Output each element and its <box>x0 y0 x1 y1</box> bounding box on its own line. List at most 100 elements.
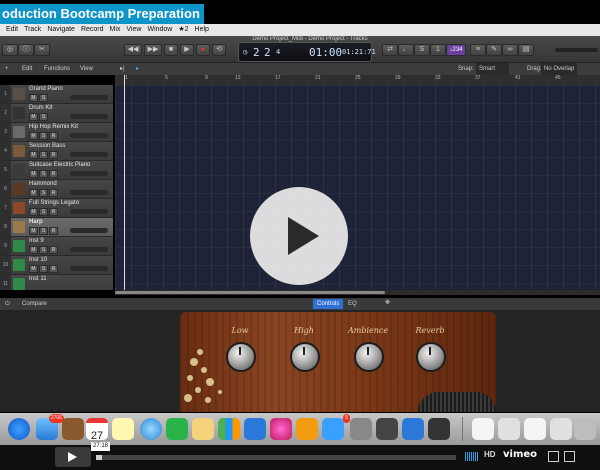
tab-eq[interactable]: EQ <box>348 298 357 310</box>
numbers-icon[interactable] <box>218 418 240 440</box>
forward-button[interactable]: ▶▶ <box>144 44 162 56</box>
mute-button[interactable]: M <box>29 132 38 140</box>
document-icon[interactable] <box>472 418 494 440</box>
view-menu[interactable]: View <box>80 63 93 75</box>
video-small-play-button[interactable] <box>55 447 91 467</box>
volume-slider[interactable] <box>70 95 108 100</box>
playhead[interactable] <box>124 75 125 290</box>
volume-slider[interactable] <box>70 266 108 271</box>
rewind-button[interactable]: ◀◀ <box>124 44 142 56</box>
track-row[interactable]: 4 Session Bass MSR <box>0 142 113 161</box>
track-row[interactable]: 8 Harp MSR <box>0 218 113 237</box>
volume-icon[interactable] <box>465 452 479 461</box>
video-title[interactable]: oduction Bootcamp Preparation <box>0 4 204 24</box>
track-row[interactable]: 7 Full Strings Legato MSR <box>0 199 113 218</box>
track-row[interactable]: 6 Hammond MSR <box>0 180 113 199</box>
record-arm-button[interactable]: R <box>49 189 58 197</box>
keynote-icon[interactable] <box>244 418 266 440</box>
scissors-icon[interactable]: ✂ <box>34 44 50 56</box>
solo-button[interactable]: S <box>39 94 48 102</box>
cycle-mode-icon[interactable]: ⇄ <box>382 44 398 56</box>
volume-slider[interactable] <box>70 247 108 252</box>
drag-select[interactable]: No Overlap <box>541 63 578 75</box>
resize-icon[interactable]: ✥ <box>385 297 390 309</box>
menu-window[interactable]: Window <box>147 26 172 33</box>
system-preferences-icon[interactable] <box>350 418 372 440</box>
ibooks-icon[interactable] <box>296 418 318 440</box>
mute-button[interactable]: M <box>29 227 38 235</box>
pointer-tool-icon[interactable]: ▸ <box>136 63 139 75</box>
video-progress-bar[interactable] <box>96 455 456 460</box>
document-icon[interactable] <box>498 418 520 440</box>
count-in-icon[interactable]: 1 <box>430 44 446 56</box>
volume-slider[interactable] <box>70 133 108 138</box>
track-row[interactable]: 11 Inst 11 <box>0 275 113 290</box>
calendar-icon[interactable]: 27 <box>86 418 108 442</box>
power-icon[interactable]: ⏻ <box>5 298 10 310</box>
functions-menu[interactable]: Functions <box>44 63 70 75</box>
mute-button[interactable]: M <box>29 94 38 102</box>
mute-button[interactable]: M <box>29 246 38 254</box>
key-badge[interactable]: ↓234 <box>446 44 466 56</box>
record-arm-button[interactable]: R <box>49 208 58 216</box>
mute-button[interactable]: M <box>29 189 38 197</box>
photos-icon[interactable] <box>192 418 214 440</box>
messages-icon[interactable] <box>140 418 162 440</box>
app-store-icon[interactable]: 5 <box>322 414 350 440</box>
volume-slider[interactable] <box>70 209 108 214</box>
record-arm-button[interactable]: R <box>49 246 58 254</box>
mute-button[interactable]: M <box>29 170 38 178</box>
hd-toggle[interactable]: HD <box>484 450 496 459</box>
scroll-thumb[interactable] <box>115 291 385 294</box>
track-row[interactable]: 9 Inst 9 MSR <box>0 237 113 256</box>
screenflow-icon[interactable] <box>428 418 450 440</box>
safari-icon[interactable] <box>8 418 30 440</box>
high-knob[interactable] <box>290 342 320 372</box>
itunes-icon[interactable] <box>270 418 292 440</box>
mute-button[interactable]: M <box>29 265 38 273</box>
compare-button[interactable]: Compare <box>22 298 47 310</box>
solo-button[interactable]: S <box>39 132 48 140</box>
menu-navigate[interactable]: Navigate <box>47 26 75 33</box>
menu-record[interactable]: Record <box>81 26 104 33</box>
volume-slider[interactable] <box>70 114 108 119</box>
solo-button[interactable]: S <box>39 265 48 273</box>
finder-icon[interactable] <box>402 418 424 440</box>
facetime-icon[interactable] <box>166 418 188 440</box>
mail-icon[interactable]: 2706 <box>36 414 64 440</box>
menu-track[interactable]: Track <box>24 26 41 33</box>
record-arm-button[interactable]: R <box>49 170 58 178</box>
track-row[interactable]: 5 Suitcase Electric Piano MSR <box>0 161 113 180</box>
record-arm-button[interactable]: R <box>49 151 58 159</box>
lcd-display[interactable]: ◷ 2 2 4 01:00 01:21:71 <box>238 42 376 62</box>
vimeo-logo[interactable]: vimeo <box>503 449 537 460</box>
reverb-knob[interactable] <box>416 342 446 372</box>
add-track-icon[interactable]: + <box>5 63 9 75</box>
menu-mix[interactable]: Mix <box>110 26 121 33</box>
solo-button[interactable]: S <box>39 113 48 121</box>
record-arm-button[interactable]: R <box>49 132 58 140</box>
video-play-button[interactable] <box>250 187 348 285</box>
mute-button[interactable]: M <box>29 151 38 159</box>
record-arm-button[interactable]: R <box>49 227 58 235</box>
solo-button[interactable]: S <box>39 208 48 216</box>
volume-slider[interactable] <box>70 228 108 233</box>
library-icon[interactable]: ◎ <box>2 44 18 56</box>
list-editors-icon[interactable]: ≡ <box>470 44 486 56</box>
document-icon[interactable] <box>524 418 546 440</box>
mute-button[interactable]: M <box>29 208 38 216</box>
play-button[interactable]: ▶ <box>180 44 194 56</box>
record-button[interactable]: ● <box>196 44 210 56</box>
notepad-icon[interactable]: ✎ <box>486 44 502 56</box>
track-row[interactable]: 1 Grand Piano MS <box>0 85 113 104</box>
track-row[interactable]: 3 Hip Hop Remix Kit MSR <box>0 123 113 142</box>
solo-button[interactable]: S <box>39 151 48 159</box>
track-row[interactable]: 10 Inst 10 MSR <box>0 256 113 275</box>
tuner-icon[interactable]: ♩ <box>398 44 414 56</box>
fullscreen-icon[interactable] <box>564 451 575 462</box>
contacts-icon[interactable] <box>62 418 84 440</box>
track-row[interactable]: 2 Drum Kit MS <box>0 104 113 123</box>
record-arm-button[interactable]: R <box>49 265 58 273</box>
logic-pro-icon[interactable] <box>376 418 398 440</box>
catch-icon[interactable]: ▸| <box>120 63 125 75</box>
